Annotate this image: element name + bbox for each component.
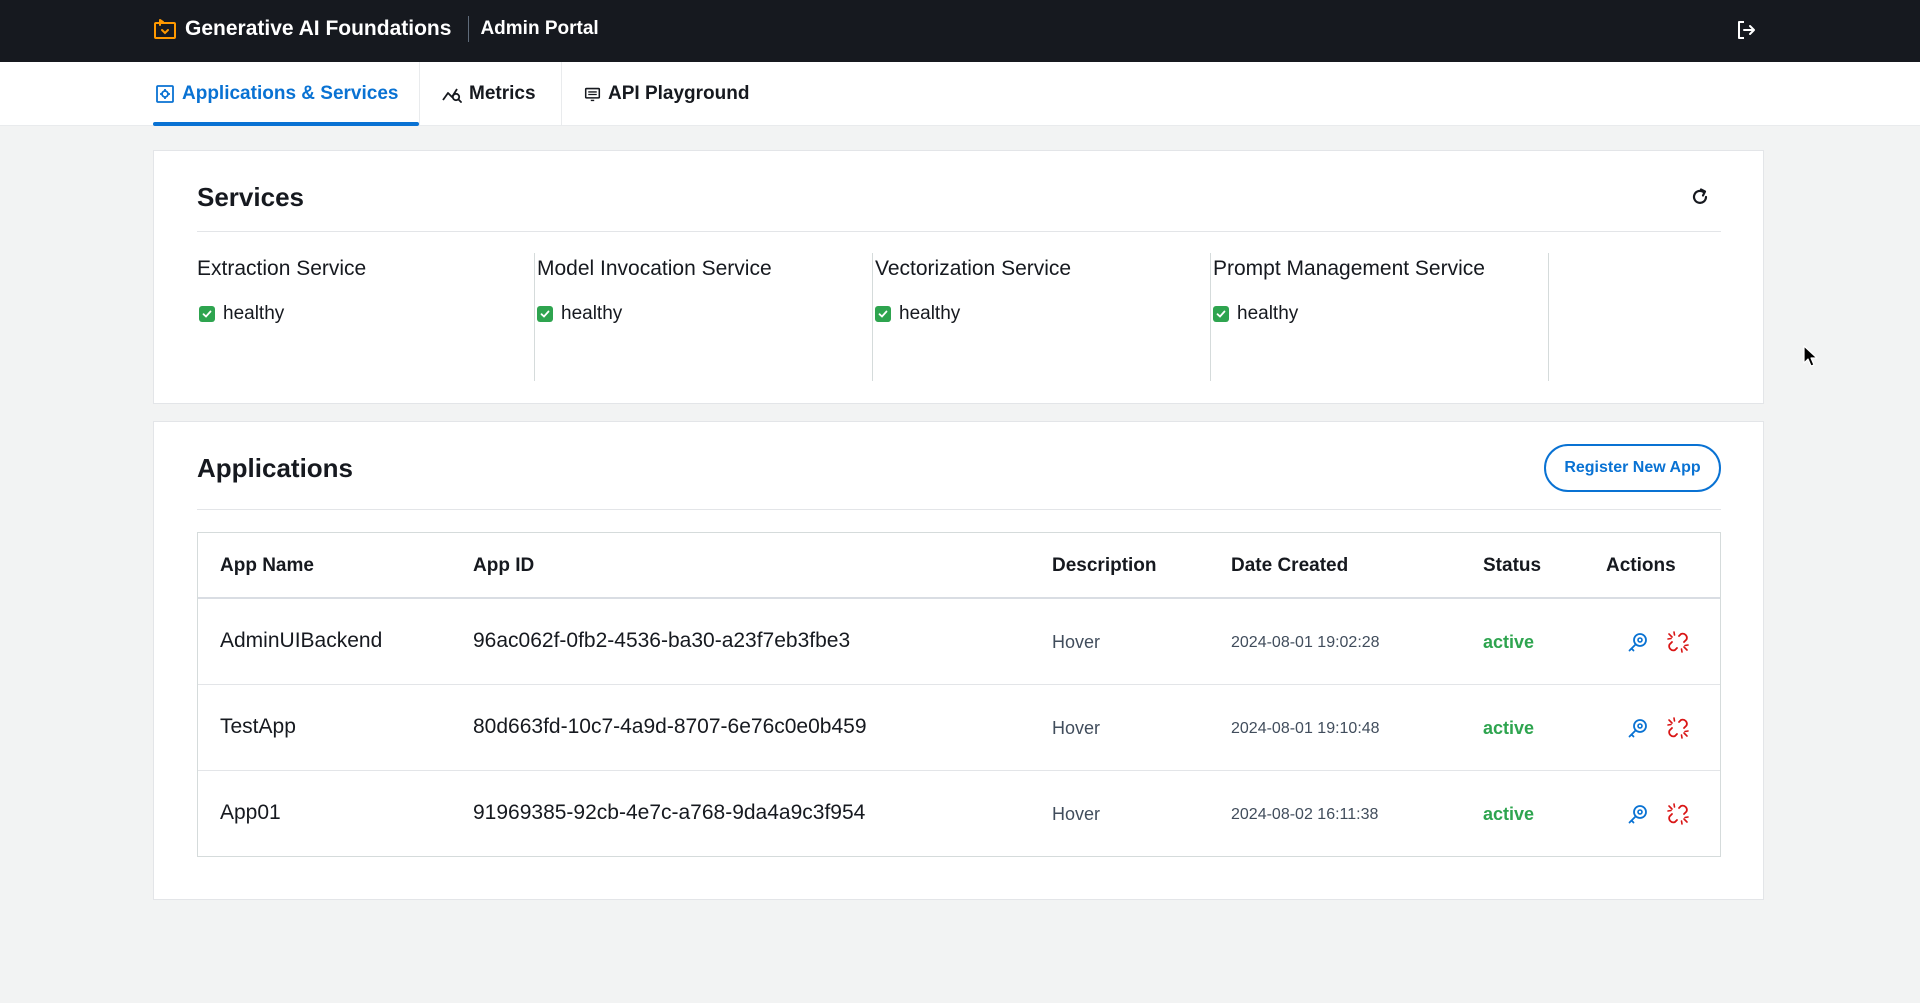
app-name: App01 bbox=[220, 801, 281, 824]
brand-divider bbox=[468, 16, 470, 42]
tab-label: API Playground bbox=[608, 83, 750, 104]
service-status: healthy bbox=[537, 303, 622, 325]
mouse-cursor-icon bbox=[1803, 345, 1818, 367]
monitor-icon bbox=[584, 87, 601, 101]
app-description[interactable]: Hover bbox=[1052, 718, 1100, 739]
key-icon[interactable] bbox=[1626, 716, 1650, 740]
brand-title: Generative AI Foundations bbox=[185, 17, 452, 40]
app-description[interactable]: Hover bbox=[1052, 804, 1100, 825]
tab-bar: Applications & Services Metrics API Play… bbox=[0, 62, 1920, 126]
app-status: active bbox=[1483, 718, 1535, 738]
app-name: TestApp bbox=[220, 715, 296, 738]
service-status: healthy bbox=[875, 303, 960, 325]
app-id: 80d663fd-10c7-4a9d-8707-6e76c0e0b459 bbox=[473, 715, 867, 738]
tab-metrics[interactable]: Metrics bbox=[420, 62, 561, 126]
chart-icon bbox=[442, 88, 462, 103]
app-id: 91969385-92cb-4e7c-a768-9da4a9c3f954 bbox=[473, 801, 866, 824]
logo-icon bbox=[154, 19, 176, 39]
top-navigation: Generative AI Foundations Admin Portal bbox=[0, 0, 1920, 62]
service-status-text: healthy bbox=[899, 303, 961, 324]
service-status: healthy bbox=[199, 303, 284, 325]
key-icon[interactable] bbox=[1626, 802, 1650, 826]
unlink-icon[interactable] bbox=[1666, 716, 1690, 740]
check-icon bbox=[875, 306, 891, 322]
services-panel: Services Extraction Service healthy Mode… bbox=[153, 150, 1764, 404]
settings-icon bbox=[156, 85, 174, 103]
column-header: Date Created bbox=[1231, 555, 1349, 576]
service-card: Prompt Management Service healthy bbox=[1211, 253, 1549, 381]
service-card: Extraction Service healthy bbox=[197, 253, 535, 381]
check-icon bbox=[199, 306, 215, 322]
unlink-icon[interactable] bbox=[1666, 630, 1690, 654]
service-status-text: healthy bbox=[223, 303, 285, 324]
app-name: AdminUIBackend bbox=[220, 629, 383, 652]
app-date-created: 2024-08-01 19:10:48 bbox=[1231, 720, 1380, 737]
app-status: active bbox=[1483, 804, 1535, 824]
table-row: App01 91969385-92cb-4e7c-a768-9da4a9c3f9… bbox=[198, 771, 1720, 857]
tab-applications-services[interactable]: Applications & Services bbox=[153, 62, 419, 126]
service-name: Extraction Service bbox=[197, 257, 367, 280]
service-status-text: healthy bbox=[561, 303, 623, 324]
column-header: App Name bbox=[220, 555, 314, 576]
tab-api-playground[interactable]: API Playground bbox=[562, 62, 762, 126]
tab-label: Metrics bbox=[469, 83, 536, 104]
check-icon bbox=[1213, 306, 1229, 322]
refresh-icon[interactable] bbox=[1688, 185, 1712, 209]
brand[interactable]: Generative AI Foundations Admin Portal bbox=[153, 14, 599, 44]
applications-panel: Applications Register New App App Name A… bbox=[153, 421, 1764, 900]
service-status: healthy bbox=[1213, 303, 1298, 325]
check-icon bbox=[537, 306, 553, 322]
service-card: Vectorization Service healthy bbox=[873, 253, 1211, 381]
app-description[interactable]: Hover bbox=[1052, 632, 1100, 653]
divider bbox=[197, 231, 1721, 232]
service-card: Model Invocation Service healthy bbox=[535, 253, 873, 381]
register-new-app-button[interactable]: Register New App bbox=[1544, 444, 1721, 492]
applications-title: Applications bbox=[197, 453, 354, 483]
app-id: 96ac062f-0fb2-4536-ba30-a23f7eb3fbe3 bbox=[473, 629, 851, 652]
column-header: Actions bbox=[1606, 555, 1676, 576]
service-name: Model Invocation Service bbox=[537, 257, 772, 280]
unlink-icon[interactable] bbox=[1666, 802, 1690, 826]
table-row: AdminUIBackend 96ac062f-0fb2-4536-ba30-a… bbox=[198, 599, 1720, 685]
sign-out-icon[interactable] bbox=[1734, 18, 1758, 42]
key-icon[interactable] bbox=[1626, 630, 1650, 654]
column-header: Description bbox=[1052, 555, 1157, 576]
service-name: Vectorization Service bbox=[875, 257, 1072, 280]
app-date-created: 2024-08-01 19:02:28 bbox=[1231, 634, 1380, 651]
brand-subtitle: Admin Portal bbox=[480, 18, 599, 39]
column-header: App ID bbox=[473, 555, 535, 576]
app-date-created: 2024-08-02 16:11:38 bbox=[1231, 806, 1379, 823]
service-status-text: healthy bbox=[1237, 303, 1299, 324]
table-row: TestApp 80d663fd-10c7-4a9d-8707-6e76c0e0… bbox=[198, 685, 1720, 771]
divider bbox=[197, 509, 1721, 510]
app-status: active bbox=[1483, 632, 1535, 652]
tab-label: Applications & Services bbox=[182, 83, 399, 104]
applications-table: App Name App ID Description Date Created… bbox=[197, 532, 1721, 857]
service-name: Prompt Management Service bbox=[1213, 257, 1485, 280]
table-header: App Name App ID Description Date Created… bbox=[198, 533, 1720, 599]
column-header: Status bbox=[1483, 555, 1542, 576]
services-title: Services bbox=[197, 182, 304, 212]
